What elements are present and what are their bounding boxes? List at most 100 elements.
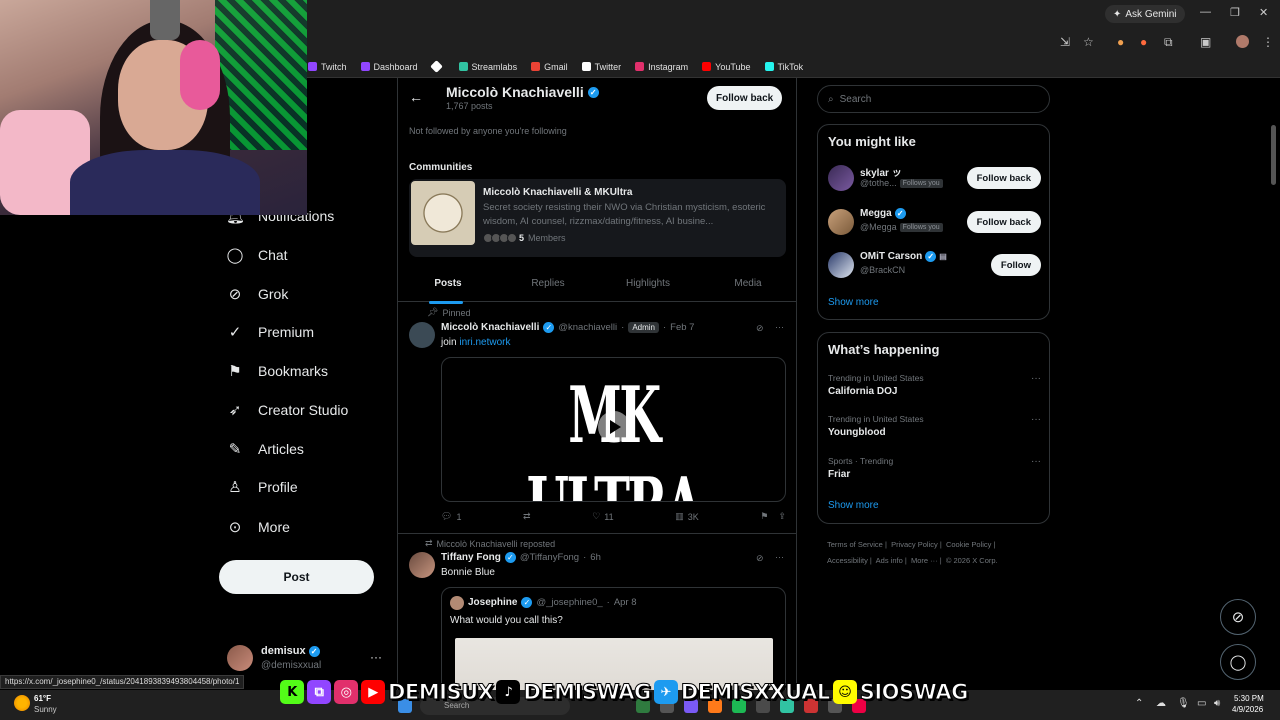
- star-icon[interactable]: ☆: [1083, 35, 1094, 49]
- tab-highlights[interactable]: Highlights: [598, 270, 698, 301]
- trend-more-icon[interactable]: ···: [1031, 414, 1041, 425]
- twitch-icon: ⧉: [307, 680, 331, 704]
- follow-button[interactable]: Follow: [990, 254, 1041, 276]
- whats-happening-heading: What’s happening: [828, 342, 940, 357]
- follow-back-button[interactable]: Follow back: [966, 211, 1041, 233]
- grok-icon[interactable]: ⊘: [756, 553, 764, 564]
- volume-icon[interactable]: 🔊︎: [1214, 698, 1220, 709]
- microphone-icon[interactable]: 🎙︎: [1177, 698, 1190, 709]
- community-card[interactable]: Miccolò Knachiavelli & MKUltra Secret so…: [409, 179, 786, 257]
- show-more-link[interactable]: Show more: [828, 500, 879, 511]
- followers-you-know: Not followed by anyone you're following: [409, 126, 567, 136]
- chat-icon[interactable]: ◯: [1220, 644, 1256, 680]
- puzzle-icon[interactable]: ⧉: [1164, 35, 1173, 50]
- grok-icon[interactable]: ⊘: [756, 323, 764, 334]
- bookmark-gmail[interactable]: Gmail: [531, 62, 568, 72]
- nav-premium[interactable]: ✓ Premium: [226, 323, 314, 341]
- sidepanel-icon[interactable]: ▣: [1200, 35, 1211, 49]
- views-button[interactable]: ▥ 3K: [675, 511, 699, 522]
- scrollbar[interactable]: [1271, 125, 1276, 185]
- trend-item[interactable]: Trending in United States Youngblood ···: [828, 414, 1041, 438]
- play-icon[interactable]: [598, 411, 630, 443]
- install-icon[interactable]: ⇲: [1060, 35, 1070, 49]
- search-input[interactable]: ⌕ Search: [817, 85, 1050, 113]
- like-button[interactable]: ♡ 11: [592, 511, 613, 522]
- clock-time[interactable]: 5:30 PM: [1234, 694, 1264, 703]
- cloud-icon[interactable]: ☁: [1156, 698, 1166, 709]
- bookmark-dashboard[interactable]: Dashboard: [360, 62, 418, 72]
- tab-media[interactable]: Media: [698, 270, 796, 301]
- youtube-icon: [702, 62, 712, 71]
- banner-handle: DEMISWAG: [523, 680, 652, 705]
- clock-date[interactable]: 4/9/2026: [1232, 705, 1263, 714]
- nav-grok[interactable]: ⊘ Grok: [226, 285, 289, 303]
- tweet-more-icon[interactable]: ···: [775, 322, 784, 332]
- trend-item[interactable]: Sports · Trending Friar ···: [828, 456, 1041, 480]
- bookmark-twitter[interactable]: Twitter: [581, 62, 621, 72]
- chevron-up-icon[interactable]: ⌃: [1135, 698, 1143, 709]
- profile-tabs: Posts Replies Highlights Media: [398, 270, 796, 304]
- grok-icon[interactable]: ⊘: [1220, 599, 1256, 635]
- person-icon: ♙: [228, 479, 242, 496]
- nav-creator-studio[interactable]: ➶ Creator Studio: [226, 401, 349, 419]
- minimize-icon[interactable]: —: [1200, 6, 1211, 18]
- bookmark-unnamed[interactable]: [429, 60, 445, 73]
- admin-badge: Admin: [628, 322, 659, 333]
- nav-profile[interactable]: ♙ Profile: [226, 478, 297, 496]
- avatar[interactable]: [409, 552, 435, 578]
- tab-posts[interactable]: Posts: [398, 270, 498, 304]
- bookmark-twitch[interactable]: Twitch: [308, 62, 347, 72]
- reply-button[interactable]: 💬︎ 1: [441, 511, 461, 522]
- trend-item[interactable]: Trending in United States California DOJ…: [828, 373, 1041, 397]
- nav-bookmarks[interactable]: ⚑ Bookmarks: [226, 362, 328, 380]
- profile-avatar-icon[interactable]: [1236, 35, 1249, 48]
- follow-back-button[interactable]: Follow back: [707, 86, 783, 110]
- banner-handle: DEMISUX: [387, 680, 494, 705]
- bookmark-instagram[interactable]: Instagram: [635, 62, 688, 72]
- tab-replies[interactable]: Replies: [498, 270, 598, 301]
- weather-icon[interactable]: [14, 695, 30, 711]
- follow-back-button[interactable]: Follow back: [966, 167, 1041, 189]
- account-name[interactable]: demisux ✓: [261, 645, 320, 657]
- footer-link[interactable]: Accessibility: [827, 556, 868, 565]
- bookmark-tiktok[interactable]: TikTok: [764, 62, 803, 72]
- suggestion-row[interactable]: OMiT Carson ✓ ▤ @BrackCN Follow: [828, 250, 1041, 280]
- post-button[interactable]: Post: [219, 560, 374, 594]
- tweet-video[interactable]: MK ULTRA: [441, 357, 786, 502]
- footer-link[interactable]: Terms of Service: [827, 540, 883, 549]
- nav-more[interactable]: ⊙ More: [226, 518, 290, 536]
- trend-more-icon[interactable]: ···: [1031, 456, 1041, 467]
- trend-more-icon[interactable]: ···: [1031, 373, 1041, 384]
- footer-link[interactable]: Privacy Policy: [891, 540, 938, 549]
- avatar: [828, 209, 854, 235]
- repost-button[interactable]: ⇄: [523, 511, 531, 522]
- nav-chat[interactable]: ◯ Chat: [226, 246, 288, 264]
- show-more-link[interactable]: Show more: [828, 297, 879, 308]
- footer-link[interactable]: More ···: [911, 556, 938, 565]
- nav-articles[interactable]: ✎ Articles: [226, 440, 304, 458]
- footer-link[interactable]: Cookie Policy: [946, 540, 991, 549]
- network-icon[interactable]: ▭: [1197, 698, 1206, 709]
- bookmark-icon[interactable]: ⚑: [760, 511, 768, 522]
- suggestion-row[interactable]: Megga ✓ @Megga Follows you Follow back: [828, 207, 1041, 237]
- avatar[interactable]: [227, 645, 253, 671]
- share-icon[interactable]: ⇪: [778, 511, 786, 522]
- ask-gemini-button[interactable]: ✦ Ask Gemini: [1105, 5, 1185, 23]
- back-arrow-icon[interactable]: ←: [409, 89, 423, 105]
- close-icon[interactable]: ✕: [1259, 6, 1268, 19]
- community-title: Miccolò Knachiavelli & MKUltra: [483, 187, 633, 198]
- extension-icon[interactable]: ●: [1140, 35, 1147, 49]
- account-more-icon[interactable]: ···: [370, 650, 382, 664]
- quote-text: What would you call this?: [450, 615, 563, 626]
- x-icon: [581, 62, 591, 71]
- avatar[interactable]: [409, 322, 435, 348]
- tweet-more-icon[interactable]: ···: [775, 552, 784, 562]
- maximize-icon[interactable]: ❐: [1230, 6, 1240, 19]
- extension-icon[interactable]: ●: [1117, 35, 1124, 49]
- bookmark-youtube[interactable]: YouTube: [702, 62, 751, 72]
- footer-link[interactable]: Ads info: [876, 556, 903, 565]
- suggestion-row[interactable]: skylar ッ @tothe... Follows you Follow bac…: [828, 163, 1041, 193]
- tweet-link[interactable]: inri.network: [459, 337, 510, 348]
- menu-icon[interactable]: ⋮: [1262, 35, 1274, 49]
- bookmark-streamlabs[interactable]: Streamlabs: [458, 62, 517, 72]
